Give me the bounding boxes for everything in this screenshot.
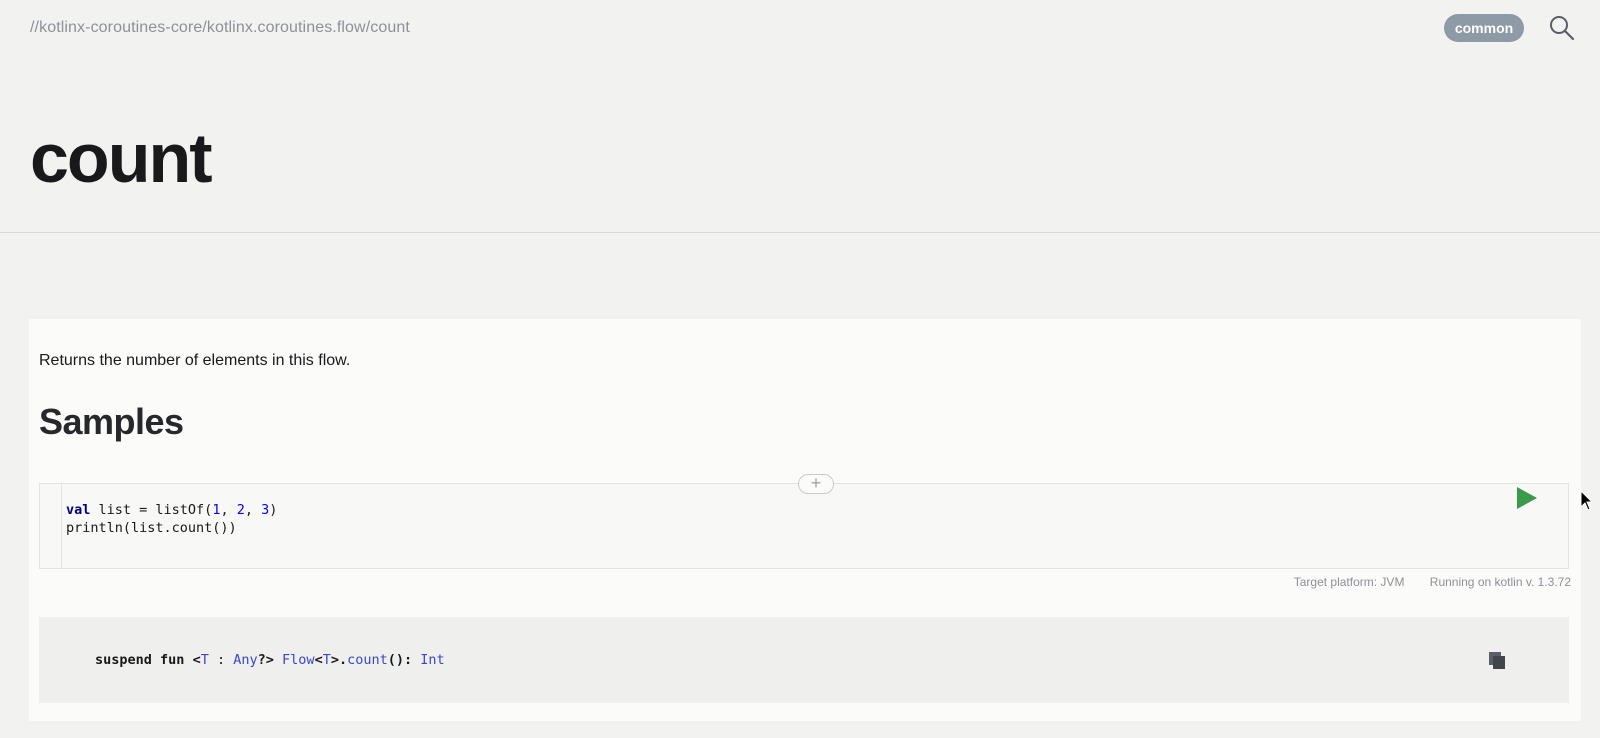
expand-code-button[interactable]: + <box>798 474 834 494</box>
function-signature: suspend fun <T : Any?> Flow<T>.count(): … <box>95 652 445 668</box>
top-bar: //kotlinx-coroutines-core/kotlinx.corout… <box>0 0 1600 58</box>
sig-type-param: T <box>200 652 209 668</box>
sig-keyword: fun <box>160 652 185 668</box>
sig-punct: < <box>314 652 323 668</box>
code-number: 2 <box>236 502 245 518</box>
code-text: list = listOf( <box>90 502 213 518</box>
plus-icon: + <box>810 473 822 493</box>
copy-button[interactable] <box>1487 650 1507 670</box>
sig-function-link[interactable]: count <box>347 652 388 668</box>
content-card: Returns the number of elements in this f… <box>29 319 1581 721</box>
sig-type-link[interactable]: Flow <box>282 652 315 668</box>
sig-punct: < <box>192 652 201 668</box>
copy-icon <box>1489 652 1505 669</box>
editor-gutter <box>40 484 62 568</box>
signature-block: suspend fun <T : Any?> Flow<T>.count(): … <box>39 617 1569 703</box>
sig-type-link[interactable]: Int <box>420 652 444 668</box>
sig-punct: ?> <box>257 652 274 668</box>
breadcrumb[interactable]: //kotlinx-coroutines-core/kotlinx.corout… <box>30 19 410 37</box>
sig-punct: : <box>208 652 234 668</box>
sample-code-editor[interactable]: + val list = listOf(1, 2, 3) println(lis… <box>39 474 1569 569</box>
platform-badge[interactable]: common <box>1444 14 1524 42</box>
sig-keyword: suspend <box>95 652 152 668</box>
code-line-2: println(list.count()) <box>66 520 237 536</box>
run-button[interactable] <box>1515 485 1539 511</box>
kotlin-version-label: Running on kotlin v. 1.3.72 <box>1429 575 1571 589</box>
play-icon <box>1517 487 1537 509</box>
search-button[interactable] <box>1548 14 1576 42</box>
sig-type-link[interactable]: Any <box>233 652 257 668</box>
page-title: count <box>30 119 213 197</box>
code-text: , <box>244 502 262 518</box>
code-text: , <box>220 502 237 518</box>
search-icon <box>1550 16 1575 41</box>
target-platform-label: Target platform: JVM <box>1293 575 1405 589</box>
code-lines[interactable]: val list = listOf(1, 2, 3) println(list.… <box>66 501 277 537</box>
code-line-1: val list = listOf(1, 2, 3) <box>66 501 277 519</box>
sig-type-param: T <box>322 652 331 668</box>
description-text: Returns the number of elements in this f… <box>39 352 351 369</box>
sig-punct: (): <box>387 652 421 668</box>
header-divider <box>0 232 1600 233</box>
sig-punct: >. <box>330 652 348 668</box>
code-text: ) <box>269 502 278 518</box>
mouse-cursor-icon <box>1580 489 1594 512</box>
editor-footer: Target platform: JVM Running on kotlin v… <box>1272 575 1571 589</box>
samples-heading: Samples <box>39 401 184 442</box>
code-keyword: val <box>66 502 91 518</box>
